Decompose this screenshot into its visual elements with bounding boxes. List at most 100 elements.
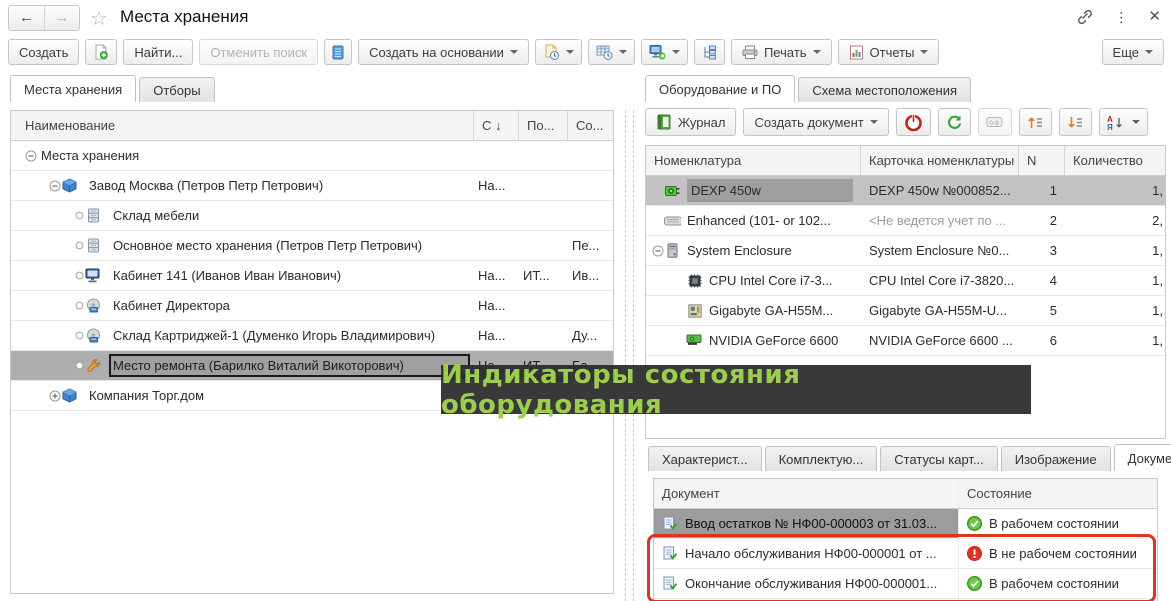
close-icon[interactable]: ✕: [1148, 7, 1161, 27]
leaf-circle-icon: [73, 331, 85, 340]
collapse-icon[interactable]: [25, 150, 37, 162]
document-row[interactable]: Окончание обслуживания НФ00-000001...В р…: [654, 569, 1157, 599]
column-header-d-state[interactable]: Состояние: [959, 479, 1157, 508]
tree-cell-t-so: Ив...: [568, 261, 613, 290]
toolbar-button-list-blue[interactable]: [324, 39, 352, 65]
collapse-icon[interactable]: [49, 180, 61, 192]
column-header-t-po[interactable]: По...: [519, 111, 568, 140]
move-down-list-button[interactable]: [1059, 108, 1092, 136]
tab-отборы[interactable]: Отборы: [139, 77, 214, 102]
monitor-gear-icon: [649, 44, 666, 60]
column-header-e-qty[interactable]: Количество: [1065, 146, 1165, 175]
toolbar-button-table-clock[interactable]: [588, 39, 635, 65]
tree-row[interactable]: Места хранения: [11, 141, 613, 171]
create-document-button[interactable]: Создать документ: [743, 108, 888, 136]
tree-name-cell: Кабинет Директора: [11, 291, 474, 320]
equipment-row[interactable]: CPU Intel Core i7-3...CPU Intel Core i7-…: [646, 266, 1165, 296]
tree-cell-t-po: [519, 291, 568, 320]
tab-изображение[interactable]: Изображение: [1001, 446, 1111, 471]
app-window: ← → ☆ Места хранения ⋮ ✕ Создать Найти...…: [0, 0, 1171, 601]
toolbar-button-tree-structure[interactable]: [694, 39, 725, 65]
chevron-down-icon: [672, 50, 680, 54]
tab-характерист-[interactable]: Характерист...: [648, 446, 762, 471]
column-header-t-c[interactable]: С ↓: [474, 111, 519, 140]
toolbar-button-new-doc[interactable]: [85, 39, 117, 65]
status-error-icon: [967, 546, 982, 561]
tab-схема-местоположения[interactable]: Схема местоположения: [798, 77, 971, 102]
tree-row[interactable]: Склад Картриджей-1 (Думенко Игорь Владим…: [11, 321, 613, 351]
tree-cell-t-c: [474, 201, 519, 230]
expand-icon[interactable]: [49, 390, 61, 402]
kebab-menu-icon[interactable]: ⋮: [1114, 7, 1128, 27]
equipment-row[interactable]: Gigabyte GA-H55M...Gigabyte GA-H55M-U...…: [646, 296, 1165, 326]
toolbar-button-найти-[interactable]: Найти...: [123, 39, 193, 65]
tree-row-label: Место ремонта (Барилко Виталий Викоторов…: [109, 354, 470, 377]
equipment-row[interactable]: Enhanced (101- or 102...<Не ведется учет…: [646, 206, 1165, 236]
equipment-row[interactable]: NVIDIA GeForce 6600NVIDIA GeForce 6600 .…: [646, 326, 1165, 356]
equipment-qty-cell: 1,: [1065, 236, 1165, 265]
toolbar-button-отчеты[interactable]: Отчеты: [838, 39, 940, 65]
document-row[interactable]: Ввод остатков № НФ00-000003 от 31.03...В…: [654, 509, 1157, 539]
back-button[interactable]: ←: [9, 6, 44, 30]
storage-cabinet-icon: [85, 238, 102, 253]
tree-cell-t-so: [568, 141, 613, 170]
tab-оборудование-и-по[interactable]: Оборудование и ПО: [645, 75, 795, 102]
document-state-cell: В рабочем состоянии: [959, 509, 1157, 538]
tab-места-хранения[interactable]: Места хранения: [10, 75, 136, 102]
link-icon[interactable]: [1076, 9, 1094, 25]
sort-az-button[interactable]: АЯ: [1099, 108, 1148, 136]
toolbar-button-создать-на-основании[interactable]: Создать на основании: [358, 39, 529, 65]
column-header-t-name[interactable]: Наименование: [11, 111, 474, 140]
org-cube-icon: [61, 388, 78, 403]
tab-документы[interactable]: Документы: [1114, 444, 1171, 471]
tree-row[interactable]: Кабинет ДиректораНа...: [11, 291, 613, 321]
equipment-row[interactable]: DEXP 450wDEXP 450w №000852...11,: [646, 176, 1165, 206]
column-header-t-so[interactable]: Со...: [568, 111, 613, 140]
tree-row[interactable]: Кабинет 141 (Иванов Иван Иванович)На...И…: [11, 261, 613, 291]
forward-button[interactable]: →: [44, 6, 79, 30]
equipment-card-cell: CPU Intel Core i7-3820...: [861, 266, 1019, 295]
tab-комплектую-[interactable]: Комплектую...: [765, 446, 878, 471]
collapse-icon[interactable]: [652, 245, 664, 257]
tree-name-cell: Места хранения: [11, 141, 474, 170]
tree-row-label: Места хранения: [37, 144, 470, 167]
toolbar-button-создать[interactable]: Создать: [8, 39, 79, 65]
column-header-e-n[interactable]: N: [1019, 146, 1065, 175]
tree-row[interactable]: Основное место хранения (Петров Петр Пет…: [11, 231, 613, 261]
chevron-down-icon: [920, 50, 928, 54]
column-header-d-doc[interactable]: Документ: [654, 479, 959, 508]
panel-splitter[interactable]: [625, 110, 626, 601]
toolbar-button-печать[interactable]: Печать: [731, 39, 832, 65]
toolbar-button-doc-clock[interactable]: [535, 39, 582, 65]
document-row[interactable]: Начало обслуживания НФ00-000001 от ...В …: [654, 539, 1157, 569]
case-icon: [664, 243, 681, 258]
tree-cell-t-so: [568, 201, 613, 230]
power-alert-button[interactable]: [896, 108, 931, 136]
tree-label-wrap: Компания Торг.дом: [61, 381, 470, 410]
new-doc-icon: [93, 44, 109, 60]
tree-row[interactable]: Склад мебели: [11, 201, 613, 231]
gpu-icon: [686, 334, 703, 347]
toolbar-button-monitor-gear[interactable]: [641, 39, 688, 65]
status-badge: В рабочем состоянии: [967, 516, 1119, 531]
tree-label-wrap: Склад Картриджей-1 (Думенко Игорь Владим…: [85, 321, 470, 350]
more-button[interactable]: Еще: [1102, 39, 1164, 65]
table-clock-icon: [596, 44, 613, 60]
documents-table: ДокументСостояниеВвод остатков № НФ00-00…: [653, 478, 1158, 601]
equipment-qty-cell: 1,: [1065, 296, 1165, 325]
leaf-circle-icon: [73, 211, 85, 220]
refresh-button[interactable]: [938, 108, 971, 136]
tree-cell-t-po: ИТ...: [519, 261, 568, 290]
move-down-list-icon: [1067, 115, 1084, 130]
tree-cell-t-po: [519, 231, 568, 260]
move-up-list-button[interactable]: [1019, 108, 1052, 136]
tree-row[interactable]: Завод Москва (Петров Петр Петрович)На...: [11, 171, 613, 201]
journal-button[interactable]: Журнал: [645, 108, 736, 136]
equipment-row[interactable]: System EnclosureSystem Enclosure №0...31…: [646, 236, 1165, 266]
column-header-e-card[interactable]: Карточка номенклатуры: [861, 146, 1019, 175]
column-header-e-name[interactable]: Номенклатура: [646, 146, 861, 175]
tab-статусы-карт-[interactable]: Статусы карт...: [880, 446, 998, 471]
favorite-star-icon[interactable]: ☆: [90, 6, 108, 31]
document-name-cell: Начало обслуживания НФ00-000001 от ...: [654, 539, 959, 568]
equipment-name-cell: Enhanced (101- or 102...: [646, 206, 861, 235]
